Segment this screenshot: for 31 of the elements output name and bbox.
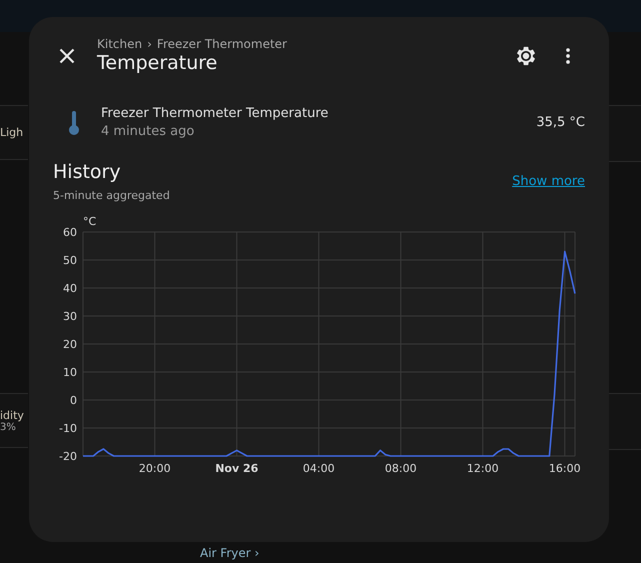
card-text: Ligh — [0, 126, 24, 139]
area-link[interactable]: Air Fryer › — [200, 546, 260, 560]
y-tick-label: 40 — [63, 282, 77, 295]
y-tick-label: -20 — [59, 450, 77, 463]
y-tick-label: 20 — [63, 338, 77, 351]
x-tick-label: 16:00 — [548, 462, 581, 475]
section-subtitle: 5-minute aggregated — [53, 189, 170, 202]
show-more-link[interactable]: Show more — [512, 174, 585, 189]
axis-unit: °C — [83, 215, 96, 228]
section-title: History — [53, 161, 122, 183]
y-tick-label: 30 — [63, 310, 77, 323]
breadcrumb-separator: › — [147, 37, 152, 51]
x-tick-label: 20:00 — [138, 462, 171, 475]
breadcrumb-item[interactable]: Freezer Thermometer — [156, 37, 287, 51]
y-tick-label: 10 — [63, 366, 77, 379]
card-text: idity — [0, 408, 24, 422]
thermometer-icon — [67, 110, 81, 136]
breadcrumb-item[interactable]: Kitchen — [97, 37, 142, 51]
x-tick-label: Nov 26 — [215, 462, 258, 475]
last-updated-text: 4 minutes ago — [101, 124, 196, 139]
entity-state: 35,5 °C — [536, 115, 585, 130]
y-tick-label: 0 — [70, 394, 77, 407]
x-tick-label: 12:00 — [466, 462, 499, 475]
y-tick-label: 50 — [63, 254, 77, 267]
y-tick-label: 60 — [63, 226, 77, 239]
y-tick-label: -10 — [59, 422, 77, 435]
x-tick-label: 08:00 — [384, 462, 417, 475]
entity-name: Freezer Thermometer Temperature — [101, 106, 330, 121]
card-text: 3% — [0, 422, 16, 432]
dialog-title: Temperature — [97, 52, 218, 74]
x-tick-label: 04:00 — [302, 462, 335, 475]
